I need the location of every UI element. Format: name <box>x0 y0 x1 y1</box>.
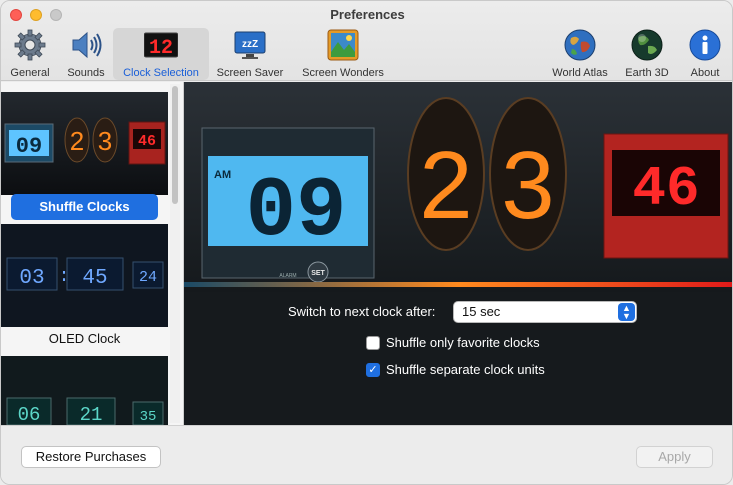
toolbar-item-label: Earth 3D <box>625 67 669 79</box>
switch-interval-value: 15 sec <box>462 304 501 319</box>
shuffle-clocks-preview-image: 09 2 3 46 <box>1 92 168 195</box>
toolbar-item-screen-wonders[interactable]: Screen Wonders <box>297 28 389 80</box>
preview-minute-tens: 2 <box>419 132 472 239</box>
thumb-digits: 03 <box>19 267 44 290</box>
clock-icon-digits: 12 <box>149 37 173 60</box>
preview-seconds: 46 <box>632 157 699 221</box>
sidebar-scrollbar[interactable] <box>170 84 180 423</box>
switch-interval-select[interactable]: 15 sec ▲ ▼ <box>453 301 637 323</box>
clock-label-oled[interactable]: OLED Clock <box>11 326 158 352</box>
toolbar-item-about[interactable]: About <box>681 28 729 80</box>
speaker-icon <box>72 31 102 59</box>
thumb-digits: 2 <box>70 126 84 156</box>
thumb-digits: 3 <box>98 126 112 156</box>
toolbar-item-label: Clock Selection <box>123 67 199 79</box>
am-indicator: AM <box>214 169 231 181</box>
oled-clock-preview-image: 03 45 : 24 <box>1 224 168 327</box>
clock-thumbnail-oled[interactable]: 03 45 : 24 <box>1 224 168 327</box>
thumb-digits: 06 <box>18 404 41 425</box>
toolbar-item-sounds[interactable]: Sounds <box>61 28 111 80</box>
toolbar-item-world-atlas[interactable]: World Atlas <box>547 28 613 80</box>
sidebar-scrollbar-thumb[interactable] <box>172 86 178 204</box>
screensaver-icon-text: zzZ <box>242 39 258 50</box>
monitor-sleep-icon: zzZ <box>234 31 266 59</box>
footer-bar: Restore Purchases Apply <box>1 425 732 484</box>
shuffle-units-checkbox[interactable]: ✓ <box>366 363 380 377</box>
globe-icon <box>564 29 596 61</box>
thumb-digits: 21 <box>80 404 103 425</box>
earth-icon <box>631 29 663 61</box>
clock-label-shuffle-clocks[interactable]: Shuffle Clocks <box>11 194 158 220</box>
shuffle-clocks-large-preview: AM 09 ALARM SET 2 3 46 <box>184 82 732 292</box>
switch-interval-label: Switch to next clock after: <box>288 304 436 319</box>
thumb-digits: 45 <box>82 267 107 290</box>
digital-clock-icon: 12 <box>144 32 178 60</box>
toolbar-item-label: General <box>10 67 50 79</box>
clock-thumbnail-shuffle-clocks[interactable]: 09 2 3 46 <box>1 92 168 195</box>
shuffle-favorites-checkbox[interactable] <box>366 336 380 350</box>
third-clock-preview-image: 06 21 35 <box>1 356 168 425</box>
chevron-updown-icon: ▲ ▼ <box>618 303 635 321</box>
toolbar-item-label: Sounds <box>67 67 105 79</box>
thumb-digits: 24 <box>139 269 157 286</box>
gear-icon <box>14 29 46 61</box>
preferences-window: Preferences General Sounds 12 Clock Sele… <box>0 0 733 485</box>
clock-settings-panel: AM 09 ALARM SET 2 3 46 Switch to next cl… <box>184 82 732 425</box>
restore-purchases-button[interactable]: Restore Purchases <box>21 446 161 468</box>
set-button-label: SET <box>311 270 325 277</box>
shuffle-favorites-label: Shuffle only favorite clocks <box>386 335 540 350</box>
shuffle-units-label: Shuffle separate clock units <box>386 362 545 377</box>
apply-button[interactable]: Apply <box>636 446 713 468</box>
svg-text::: : <box>59 267 70 287</box>
toolbar-item-label: World Atlas <box>552 67 608 79</box>
toolbar-item-label: Screen Wonders <box>302 67 384 79</box>
window-title: Preferences <box>330 7 405 22</box>
thumb-digits: 46 <box>138 133 156 150</box>
thumb-digits: 35 <box>140 409 157 425</box>
titlebar: Preferences General Sounds 12 Clock Sele… <box>1 1 732 81</box>
preview-minute-ones: 3 <box>501 132 554 239</box>
toolbar-item-label: Screen Saver <box>216 67 284 79</box>
toolbar-item-label: About <box>690 67 720 79</box>
thumb-digits: 09 <box>16 134 42 159</box>
toolbar-item-earth-3d[interactable]: Earth 3D <box>619 28 675 80</box>
landscape-icon <box>327 29 359 61</box>
toolbar-item-clock-selection[interactable]: 12 Clock Selection <box>113 28 209 80</box>
clock-list-sidebar: 09 2 3 46 Shuffle Clocks 03 45 : 24 OLED… <box>1 82 184 425</box>
info-icon <box>689 29 721 61</box>
clock-thumbnail-third[interactable]: 06 21 35 <box>1 356 168 425</box>
alarm-button-label: ALARM <box>279 273 296 279</box>
toolbar-item-general[interactable]: General <box>5 28 55 80</box>
toolbar-item-screen-saver[interactable]: zzZ Screen Saver <box>213 28 287 80</box>
preview-hour: 09 <box>246 165 347 260</box>
